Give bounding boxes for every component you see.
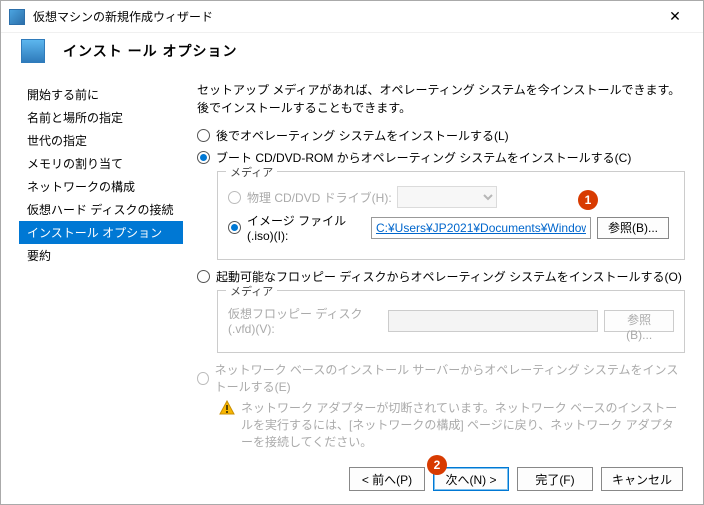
iso-path-input[interactable] <box>371 217 591 239</box>
option-vfd-file: 仮想フロッピー ディスク (.vfd)(V): 参照(B)... <box>228 305 674 336</box>
option-iso-file[interactable]: イメージ ファイル (.iso)(I): 参照(B)... 1 <box>228 212 674 243</box>
step-generation[interactable]: 世代の指定 <box>19 129 183 152</box>
radio-icon <box>197 151 210 164</box>
option-label: 仮想フロッピー ディスク (.vfd)(V): <box>228 305 388 336</box>
group-title: メディア <box>226 164 277 180</box>
prev-button[interactable]: < 前へ(P) <box>349 467 425 491</box>
vfd-path-input <box>388 310 598 332</box>
radio-icon <box>228 191 241 204</box>
option-label: 後でオペレーティング システムをインストールする(L) <box>216 127 509 144</box>
window-title: 仮想マシンの新規作成ウィザード <box>33 8 655 25</box>
page-header: インスト ール オプション <box>1 33 703 77</box>
callout-2: 2 <box>427 455 447 475</box>
content-area: セットアップ メディアがあれば、オペレーティング システムを今インストールできま… <box>183 77 685 454</box>
warning-icon <box>219 400 235 416</box>
option-label: 起動可能なフロッピー ディスクからオペレーティング システムをインストールする(… <box>216 268 682 285</box>
intro-text: セットアップ メディアがあれば、オペレーティング システムを今インストールできま… <box>197 81 685 117</box>
group-title: メディア <box>226 283 277 299</box>
media-group-floppy: メディア 仮想フロッピー ディスク (.vfd)(V): 参照(B)... <box>217 290 685 353</box>
title-bar: 仮想マシンの新規作成ウィザード ✕ <box>1 1 703 33</box>
footer-buttons: < 前へ(P) 次へ(N) > 2 完了(F) キャンセル <box>1 454 703 504</box>
media-group-cd: メディア 物理 CD/DVD ドライブ(H): イメージ ファイル (.iso)… <box>217 171 685 260</box>
step-before-begin[interactable]: 開始する前に <box>19 83 183 106</box>
option-label: ネットワーク ベースのインストール サーバーからオペレーティング システムをイン… <box>215 361 685 395</box>
callout-1: 1 <box>578 190 598 210</box>
option-install-later[interactable]: 後でオペレーティング システムをインストールする(L) <box>197 127 685 144</box>
network-warning: ネットワーク アダプターが切断されています。ネットワーク ベースのインストールを… <box>219 400 685 450</box>
warning-text: ネットワーク アダプターが切断されています。ネットワーク ベースのインストールを… <box>241 400 685 450</box>
close-button[interactable]: ✕ <box>655 3 695 31</box>
step-network[interactable]: ネットワークの構成 <box>19 175 183 198</box>
browse-iso-button[interactable]: 参照(B)... <box>597 217 669 239</box>
cancel-button[interactable]: キャンセル <box>601 467 683 491</box>
radio-icon <box>228 221 241 234</box>
step-name-location[interactable]: 名前と場所の指定 <box>19 106 183 129</box>
option-label: イメージ ファイル (.iso)(I): <box>247 212 371 243</box>
step-summary[interactable]: 要約 <box>19 244 183 267</box>
wizard-steps-sidebar: 開始する前に 名前と場所の指定 世代の指定 メモリの割り当て ネットワークの構成… <box>19 77 183 454</box>
page-title: インスト ール オプション <box>63 41 238 61</box>
option-label: ブート CD/DVD-ROM からオペレーティング システムをインストールする(… <box>216 149 631 166</box>
option-label: 物理 CD/DVD ドライブ(H): <box>247 189 397 206</box>
finish-button[interactable]: 完了(F) <box>517 467 593 491</box>
wizard-icon <box>21 39 45 63</box>
radio-icon <box>197 372 209 385</box>
step-vhd[interactable]: 仮想ハード ディスクの接続 <box>19 198 183 221</box>
option-install-network: ネットワーク ベースのインストール サーバーからオペレーティング システムをイン… <box>197 361 685 395</box>
step-install-options[interactable]: インストール オプション <box>19 221 183 244</box>
app-icon <box>9 9 25 25</box>
physical-drive-combo <box>397 186 497 208</box>
radio-icon <box>197 129 210 142</box>
radio-icon <box>197 270 210 283</box>
browse-vfd-button: 参照(B)... <box>604 310 674 332</box>
step-memory[interactable]: メモリの割り当て <box>19 152 183 175</box>
option-physical-drive: 物理 CD/DVD ドライブ(H): <box>228 186 674 208</box>
